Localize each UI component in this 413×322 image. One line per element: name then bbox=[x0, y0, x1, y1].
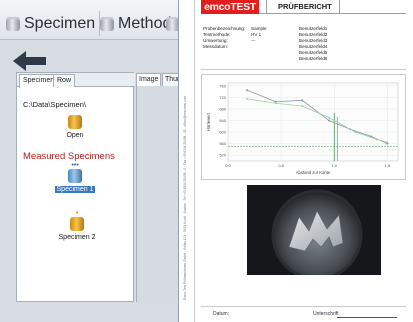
data-point bbox=[354, 131, 357, 134]
user-field: Benutzerfeld5 bbox=[299, 50, 328, 55]
loading-dots-icon: ••• bbox=[71, 162, 79, 169]
tab-row[interactable]: Row bbox=[53, 74, 76, 87]
open-folder-icon bbox=[68, 115, 82, 129]
info-value: Sample bbox=[251, 26, 267, 31]
hardness-profile-chart: 520 560 600 640 680 720 760 0.0 0.5 1.0 1.5 Abstand… bbox=[201, 74, 406, 180]
method-cylinder-icon bbox=[100, 16, 114, 31]
specimen-browser-panel: Specimen Row C:\Data\Specimen\ Open Meas… bbox=[16, 72, 135, 302]
specimen-2-icon bbox=[70, 217, 84, 231]
specimen-item-1-label: Specimen 1 bbox=[54, 186, 96, 193]
data-point bbox=[274, 102, 277, 105]
info-key: Messdatum: bbox=[203, 44, 229, 49]
data-point bbox=[301, 105, 304, 108]
user-field: Benutzerfeld4 bbox=[299, 44, 328, 49]
info-value: --- bbox=[251, 38, 256, 43]
indentation-micrograph bbox=[247, 185, 381, 275]
data-point bbox=[375, 138, 378, 141]
ribbon-tab-method[interactable]: Method bbox=[100, 11, 171, 36]
y-tick-label: 680 bbox=[219, 107, 226, 112]
micrograph-image bbox=[247, 185, 381, 275]
current-path-label: C:\Data\Specimen\ bbox=[23, 100, 86, 109]
ribbon-tab-specimen[interactable]: Specimen bbox=[6, 11, 101, 36]
specimen-1-icon bbox=[68, 169, 82, 183]
report-footer: Datum: Unterschrift bbox=[201, 306, 406, 320]
image-viewer-area bbox=[136, 86, 178, 302]
report-info-block: Probenbezeichnung: Sample Testmethode: H… bbox=[201, 20, 406, 70]
x-tick-label: 0.5 bbox=[278, 163, 284, 168]
header-divider bbox=[339, 0, 340, 14]
header-divider bbox=[266, 0, 267, 14]
y-tick-label: 720 bbox=[219, 95, 226, 100]
pending-dot-icon: • bbox=[75, 210, 79, 217]
user-field: Benutzerfeld6 bbox=[299, 56, 328, 61]
user-field: Benutzerfeld3 bbox=[299, 38, 328, 43]
back-arrow-button[interactable] bbox=[12, 50, 48, 72]
x-tick-label: 1.0 bbox=[331, 163, 337, 168]
data-point bbox=[301, 99, 304, 102]
y-axis-label: Härtewert bbox=[206, 112, 211, 131]
specimen-application-window: Specimen Method Specimen Row C:\Data\Spe… bbox=[0, 0, 178, 322]
specimen-item-2[interactable]: • Specimen 2 bbox=[47, 210, 107, 241]
info-key: Testmethode: bbox=[203, 32, 231, 37]
plot-area bbox=[227, 82, 399, 162]
ribbon-tab-next[interactable] bbox=[166, 11, 178, 36]
y-tick-label: 600 bbox=[219, 130, 226, 135]
report-title: PRÜFBERICHT bbox=[278, 2, 332, 11]
measured-specimens-heading: Measured Specimens bbox=[23, 151, 115, 162]
x-axis-label: Abstand zur Kante bbox=[296, 170, 331, 175]
y-tick-label: 760 bbox=[219, 83, 226, 88]
next-tab-cylinder-icon bbox=[166, 16, 178, 31]
tab-thumbnails[interactable]: Thum bbox=[162, 73, 178, 86]
user-field: Benutzerfeld2 bbox=[299, 32, 328, 37]
test-report-document: Emco-Test Prüfmaschinen GmbH · Kellau 17… bbox=[178, 0, 413, 322]
data-point bbox=[386, 141, 389, 144]
data-point bbox=[327, 116, 330, 119]
specimen-cylinder-icon bbox=[6, 16, 20, 31]
emcotest-logo: emcoTEST bbox=[201, 0, 259, 14]
y-tick-label: 560 bbox=[219, 141, 226, 146]
ribbon-bar: Specimen Method bbox=[0, 0, 178, 40]
x-tick-label: 1.5 bbox=[385, 163, 391, 168]
y-tick-label: 520 bbox=[219, 153, 226, 158]
specimen-item-1[interactable]: ••• Specimen 1 bbox=[45, 162, 105, 193]
y-tick-label: 640 bbox=[219, 118, 226, 123]
back-arrow-icon bbox=[13, 51, 46, 71]
report-side-margin: Emco-Test Prüfmaschinen GmbH · Kellau 17… bbox=[179, 0, 195, 322]
info-key: Probenbezeichnung: bbox=[203, 26, 246, 31]
footer-date-label: Datum: bbox=[213, 311, 230, 317]
data-point bbox=[327, 119, 330, 122]
data-point bbox=[246, 97, 249, 100]
open-item-label: Open bbox=[66, 132, 84, 139]
ribbon-tab-specimen-label: Specimen bbox=[24, 14, 96, 32]
specimen-panel-tabs: Specimen Row bbox=[17, 73, 135, 88]
report-side-text: Emco-Test Prüfmaschinen GmbH · Kellau 17… bbox=[183, 95, 187, 300]
open-folder-item[interactable]: Open bbox=[45, 115, 105, 139]
ribbon-tab-method-label: Method bbox=[118, 14, 172, 32]
specimen-item-2-label: Specimen 2 bbox=[58, 234, 96, 241]
image-viewer-tabs: Image Thum bbox=[136, 72, 178, 86]
image-viewer-panel: Image Thum bbox=[136, 72, 178, 302]
info-value: HV 1 bbox=[251, 32, 262, 37]
tab-image[interactable]: Image bbox=[136, 73, 162, 86]
user-field: Benutzerfeld1 bbox=[299, 26, 328, 31]
data-point bbox=[246, 89, 249, 92]
info-key: Umwertung: bbox=[203, 38, 228, 43]
footer-signature-label: Unterschrift bbox=[313, 311, 339, 317]
x-tick-label: 0.0 bbox=[225, 163, 231, 168]
chart-svg: 520 560 600 640 680 720 760 0.0 0.5 1.0 1.5 Abstand… bbox=[206, 82, 399, 175]
signature-line bbox=[337, 317, 397, 318]
